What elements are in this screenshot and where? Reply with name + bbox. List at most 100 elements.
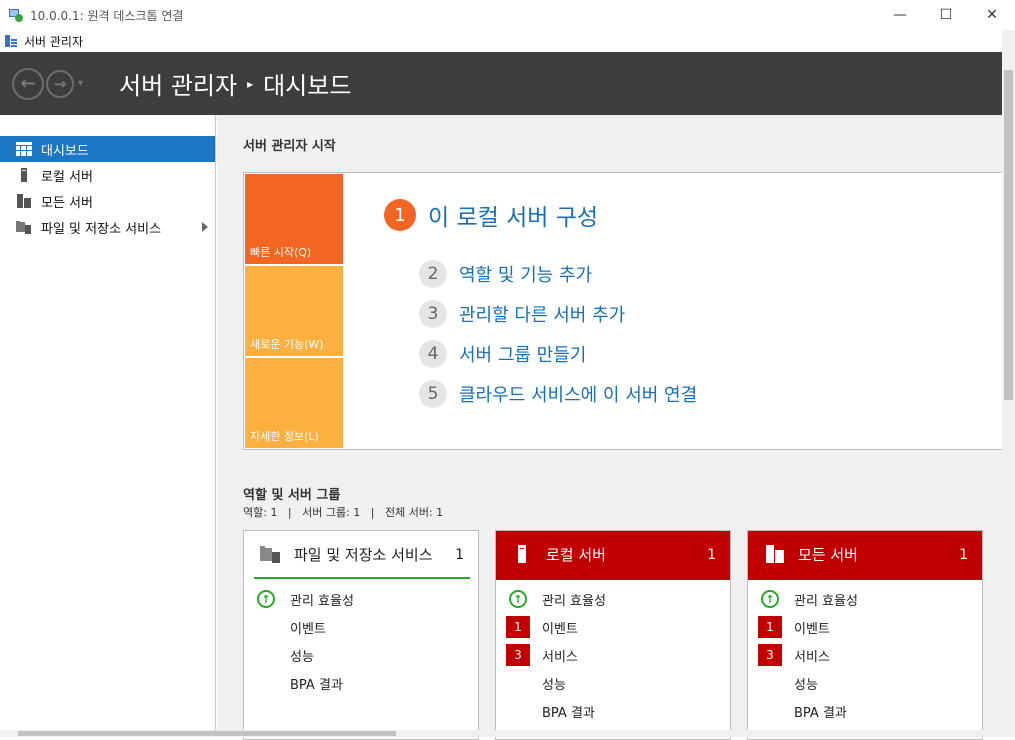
welcome-title: 서버 관리자 시작 xyxy=(243,139,336,154)
alert-count-badge: 1 xyxy=(758,616,782,638)
status-underline xyxy=(254,577,470,579)
card-row-services[interactable]: 3 서비스 xyxy=(748,641,982,669)
card-row-performance[interactable]: 성능 xyxy=(244,641,478,669)
row-label: 서비스 xyxy=(542,649,578,665)
row-label: 성능 xyxy=(290,649,314,665)
vertical-scrollbar[interactable] xyxy=(1002,30,1015,730)
row-label: 이벤트 xyxy=(794,621,830,637)
card-row-bpa[interactable]: BPA 결과 xyxy=(748,697,982,725)
sidebar-item-label: 모든 서버 xyxy=(41,195,93,211)
card-title: 파일 및 저장소 서비스 xyxy=(294,546,433,564)
card-row-bpa[interactable]: BPA 결과 xyxy=(244,669,478,697)
card-row-manageability[interactable]: ↑ 관리 효율성 xyxy=(244,585,478,613)
card-row-events[interactable]: 이벤트 xyxy=(244,613,478,641)
ok-arrow-icon: ↑ xyxy=(761,590,779,608)
step-number: 1 xyxy=(384,199,416,231)
dashboard-main: 서버 관리자 시작 빠른 시작(Q) 새로운 기능(W) 자세한 정보(L) 1… xyxy=(217,115,1003,740)
local-server-icon xyxy=(512,544,534,567)
back-button[interactable]: ← xyxy=(12,67,44,100)
step-number: 5 xyxy=(419,380,447,408)
card-count: 1 xyxy=(959,547,968,563)
sidebar-item-label: 파일 및 저장소 서비스 xyxy=(41,221,162,237)
forward-arrow-icon: → xyxy=(53,74,67,93)
sidebar-item-file-storage[interactable]: 파일 및 저장소 서비스 xyxy=(0,214,215,240)
step-configure-local-server[interactable]: 1 이 로컬 서버 구성 xyxy=(384,198,598,232)
row-label: 성능 xyxy=(794,677,818,693)
step-link[interactable]: 서버 그룹 만들기 xyxy=(459,341,586,367)
row-label: 이벤트 xyxy=(290,621,326,637)
dashboard-icon xyxy=(16,142,32,156)
row-label: 서비스 xyxy=(794,649,830,665)
card-row-performance[interactable]: 성능 xyxy=(748,669,982,697)
expand-arrow-icon[interactable] xyxy=(202,222,208,232)
step-create-group[interactable]: 4 서버 그룹 만들기 xyxy=(419,340,586,368)
alert-count-badge: 1 xyxy=(506,616,530,638)
sidebar-item-local-server[interactable]: 로컬 서버 xyxy=(0,162,215,188)
card-row-events[interactable]: 1 이벤트 xyxy=(496,613,730,641)
breadcrumb-root[interactable]: 서버 관리자 xyxy=(119,66,237,101)
step-link[interactable]: 역할 및 기능 추가 xyxy=(459,261,592,287)
card-count: 1 xyxy=(707,547,716,563)
local-server-icon xyxy=(16,168,32,182)
back-arrow-icon: ← xyxy=(20,73,36,94)
step-number: 2 xyxy=(419,260,447,288)
row-label: 성능 xyxy=(542,677,566,693)
card-header[interactable]: 모든 서버 1 xyxy=(748,531,982,580)
horizontal-scrollbar[interactable] xyxy=(0,730,1015,737)
row-label: BPA 결과 xyxy=(542,705,595,721)
scrollbar-thumb[interactable] xyxy=(1004,70,1013,400)
step-number: 4 xyxy=(419,340,447,368)
forward-button[interactable]: → xyxy=(46,69,74,98)
ok-arrow-icon: ↑ xyxy=(257,590,275,608)
sidebar-item-dashboard[interactable]: 대시보드 xyxy=(0,136,215,162)
row-label: BPA 결과 xyxy=(290,677,343,693)
card-row-performance[interactable]: 성능 xyxy=(496,669,730,697)
role-card-all-servers[interactable]: 모든 서버 1 ↑ 관리 효율성 1 이벤트 3 서비스 성능 BPA 결과 xyxy=(747,530,983,740)
sidebar-item-all-servers[interactable]: 모든 서버 xyxy=(0,188,215,214)
card-row-events[interactable]: 1 이벤트 xyxy=(748,613,982,641)
row-label: 이벤트 xyxy=(542,621,578,637)
sidebar-item-label: 대시보드 xyxy=(41,143,89,159)
sidebar: 대시보드 로컬 서버 모든 서버 파일 및 저장소 서비스 xyxy=(0,115,216,730)
step-add-roles[interactable]: 2 역할 및 기능 추가 xyxy=(419,260,592,288)
sidebar-item-label: 로컬 서버 xyxy=(41,169,93,185)
file-storage-icon xyxy=(16,220,32,234)
alert-count-badge: 3 xyxy=(506,644,530,666)
card-header[interactable]: 로컬 서버 1 xyxy=(496,531,730,580)
history-dropdown-icon[interactable]: ▾ xyxy=(78,78,83,89)
step-link[interactable]: 클라우드 서비스에 이 서버 연결 xyxy=(459,381,697,407)
file-storage-icon xyxy=(260,545,282,567)
app-title-bar: 서버 관리자 xyxy=(0,30,1015,52)
all-servers-icon xyxy=(16,194,32,208)
tab-whats-new[interactable]: 새로운 기능(W) xyxy=(245,266,343,356)
app-header: ← → ▾ 서버 관리자 ▸ 대시보드 xyxy=(0,52,1002,115)
close-button[interactable]: ✕ xyxy=(969,0,1015,30)
ok-arrow-icon: ↑ xyxy=(509,590,527,608)
tab-quick-start[interactable]: 빠른 시작(Q) xyxy=(245,174,343,264)
card-row-manageability[interactable]: ↑ 관리 효율성 xyxy=(748,585,982,613)
roles-counts: 역할: 1 | 서버 그룹: 1 | 전체 서버: 1 xyxy=(243,506,444,519)
card-title: 로컬 서버 xyxy=(546,546,606,564)
role-card-file-storage[interactable]: 파일 및 저장소 서비스 1 ↑ 관리 효율성 이벤트 성능 BPA 결과 xyxy=(243,530,479,740)
minimize-button[interactable]: — xyxy=(877,0,923,30)
card-row-bpa[interactable]: BPA 결과 xyxy=(496,697,730,725)
scrollbar-thumb[interactable] xyxy=(18,731,396,736)
card-row-manageability[interactable]: ↑ 관리 효율성 xyxy=(496,585,730,613)
step-connect-cloud[interactable]: 5 클라우드 서비스에 이 서버 연결 xyxy=(419,380,697,408)
maximize-button[interactable]: ☐ xyxy=(923,0,969,30)
step-link[interactable]: 관리할 다른 서버 추가 xyxy=(459,301,625,327)
card-row-services[interactable]: 3 서비스 xyxy=(496,641,730,669)
role-card-local-server[interactable]: 로컬 서버 1 ↑ 관리 효율성 1 이벤트 3 서비스 성능 BPA 결과 xyxy=(495,530,731,740)
tab-learn-more[interactable]: 자세한 정보(L) xyxy=(245,358,343,448)
alert-count-badge: 3 xyxy=(758,644,782,666)
card-count: 1 xyxy=(455,547,464,563)
rdp-title-bar: 10.0.0.1: 원격 데스크톱 연결 — ☐ ✕ xyxy=(0,0,1015,30)
step-add-servers[interactable]: 3 관리할 다른 서버 추가 xyxy=(419,300,625,328)
app-window-title: 서버 관리자 xyxy=(24,34,84,49)
card-header[interactable]: 파일 및 저장소 서비스 1 xyxy=(244,531,478,580)
step-link[interactable]: 이 로컬 서버 구성 xyxy=(428,198,598,232)
row-label: 관리 효율성 xyxy=(794,593,858,609)
breadcrumb-separator-icon: ▸ xyxy=(247,76,254,91)
card-title: 모든 서버 xyxy=(798,546,858,564)
row-label: BPA 결과 xyxy=(794,705,847,721)
